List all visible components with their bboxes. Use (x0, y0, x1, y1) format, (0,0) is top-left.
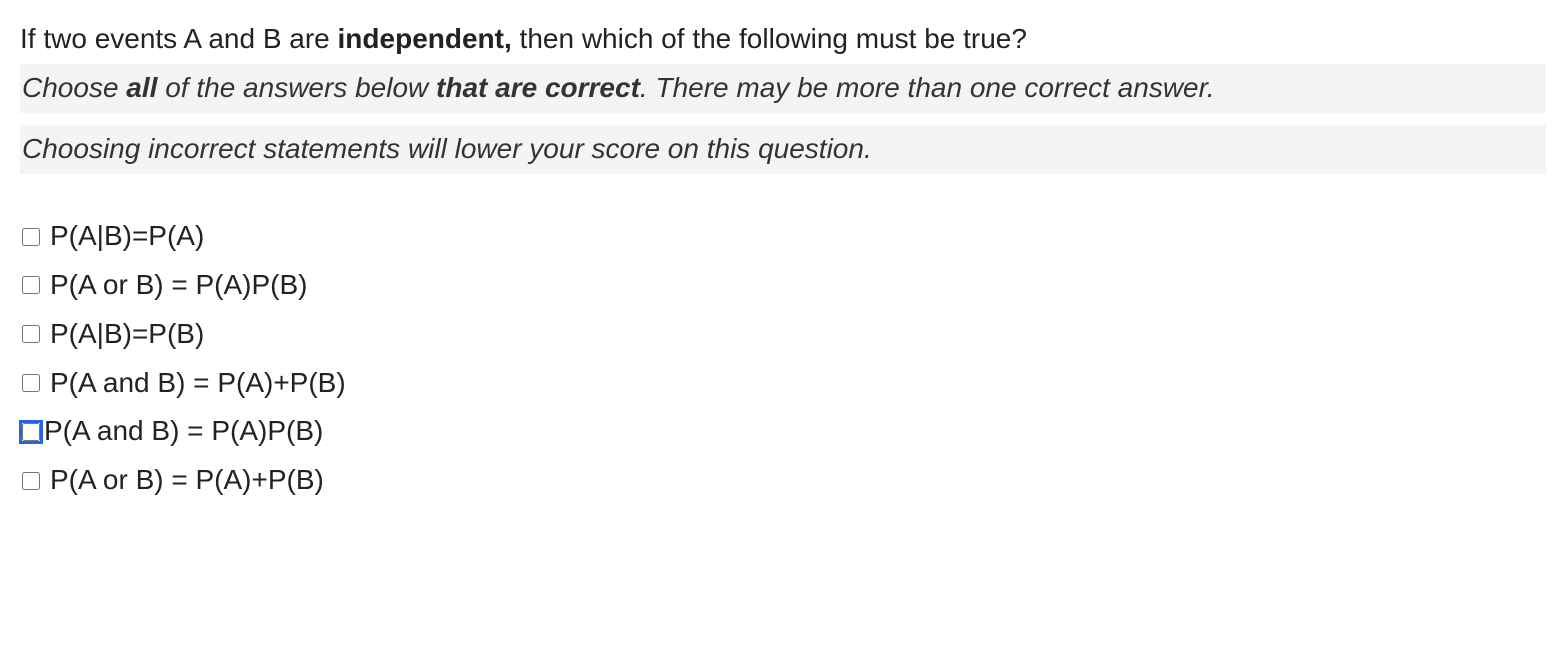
instr1-mid: of the answers below (157, 72, 436, 103)
question-suffix: then which of the following must be true… (512, 23, 1027, 54)
answer-option[interactable]: P(A|B)=P(A) (20, 214, 1546, 259)
answer-option[interactable]: P(A and B) = P(A)P(B) (20, 409, 1546, 454)
answer-checkbox[interactable] (22, 228, 40, 246)
question-text: If two events A and B are independent, t… (20, 20, 1546, 58)
answer-checkbox[interactable] (22, 276, 40, 294)
answer-checkbox[interactable] (22, 423, 40, 441)
answer-checkbox[interactable] (22, 472, 40, 490)
answer-label[interactable]: P(A|B)=P(A) (50, 214, 204, 259)
answer-option[interactable]: P(A and B) = P(A)+P(B) (20, 361, 1546, 406)
instr1-bold1: all (126, 72, 157, 103)
instr1-suffix: . There may be more than one correct ans… (640, 72, 1215, 103)
question-bold: independent, (338, 23, 512, 54)
instr1-bold2: that are correct (436, 72, 640, 103)
instruction-penalty: Choosing incorrect statements will lower… (20, 125, 1546, 174)
instr1-prefix: Choose (22, 72, 126, 103)
answer-option[interactable]: P(A or B) = P(A)P(B) (20, 263, 1546, 308)
answer-list: P(A|B)=P(A) P(A or B) = P(A)P(B) P(A|B)=… (20, 214, 1546, 503)
answer-checkbox[interactable] (22, 325, 40, 343)
answer-label[interactable]: P(A and B) = P(A)P(B) (44, 409, 323, 454)
answer-label[interactable]: P(A and B) = P(A)+P(B) (50, 361, 346, 406)
answer-label[interactable]: P(A|B)=P(B) (50, 312, 204, 357)
answer-option[interactable]: P(A|B)=P(B) (20, 312, 1546, 357)
answer-label[interactable]: P(A or B) = P(A)P(B) (50, 263, 308, 308)
answer-checkbox[interactable] (22, 374, 40, 392)
answer-label[interactable]: P(A or B) = P(A)+P(B) (50, 458, 324, 503)
question-prefix: If two events A and B are (20, 23, 338, 54)
answer-option[interactable]: P(A or B) = P(A)+P(B) (20, 458, 1546, 503)
question-container: If two events A and B are independent, t… (0, 0, 1566, 527)
instruction-choose-all: Choose all of the answers below that are… (20, 64, 1546, 113)
